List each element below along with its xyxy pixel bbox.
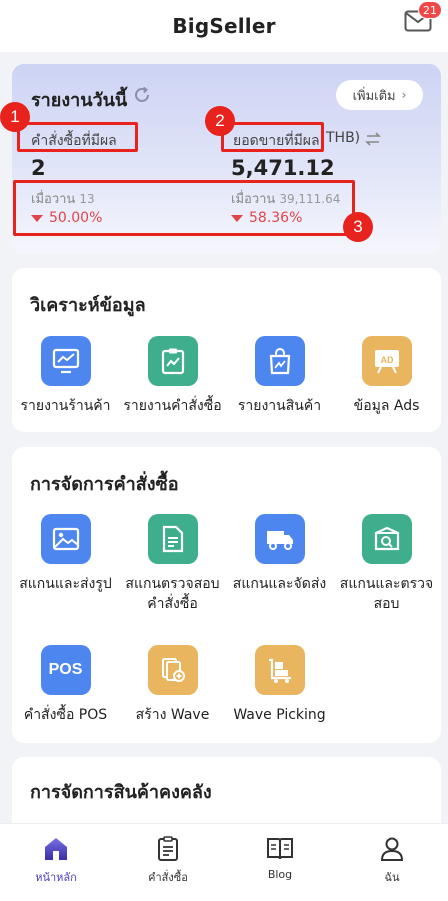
- create-wave-tile[interactable]: สร้าง Wave: [119, 645, 226, 725]
- ads-data-label: ข้อมูล Ads: [353, 398, 420, 414]
- highlight-box-orders: [17, 122, 138, 152]
- tab-home[interactable]: หน้าหลัก: [0, 836, 112, 886]
- wave-picking-tile[interactable]: Wave Picking: [226, 645, 333, 725]
- refresh-icon[interactable]: [133, 86, 151, 104]
- scan-send-photo-tile[interactable]: สแกนและส่งรูป: [12, 514, 119, 594]
- orders-value: 2: [31, 156, 46, 180]
- tab-me[interactable]: ฉัน: [336, 836, 448, 886]
- user-icon: [380, 837, 404, 861]
- app-title: BigSeller: [172, 14, 276, 38]
- scan-ship-label: สแกนและจัดส่ง: [232, 576, 327, 592]
- analysis-section: วิเคราะห์ข้อมูล รายงานร้านค้า รายงานคำสั…: [12, 268, 441, 432]
- scan-check-label: สแกนและตรวจสอบ: [339, 576, 434, 612]
- home-icon: [45, 838, 67, 860]
- mail-button[interactable]: 21: [404, 1, 442, 34]
- annotation-2: 2: [205, 106, 235, 136]
- tab-blog[interactable]: Blog: [224, 836, 336, 881]
- chart-monitor-icon: [40, 336, 91, 386]
- pos-icon-text: POS: [48, 661, 83, 678]
- chevron-right-icon: ›: [401, 88, 407, 102]
- document-list-icon: [147, 514, 198, 564]
- order-management-section: การจัดการคำสั่งซื้อ สแกนและส่งรูป สแกนตร…: [12, 447, 441, 743]
- truck-icon: [254, 514, 305, 564]
- pos-order-label: คำสั่งซื้อ POS: [23, 707, 108, 723]
- sales-value: 5,471.12: [231, 156, 335, 180]
- clipboard-icon: [158, 836, 178, 861]
- shop-report-label: รายงานร้านค้า: [20, 398, 111, 414]
- order-management-title: การจัดการคำสั่งซื้อ: [30, 474, 179, 495]
- image-icon: [40, 514, 91, 564]
- tab-blog-label: Blog: [267, 868, 293, 881]
- scan-check-tile[interactable]: สแกนและตรวจสอบ: [333, 514, 440, 614]
- scan-verify-order-tile[interactable]: สแกนตรวจสอบคำสั่งซื้อ: [119, 514, 226, 614]
- bottom-tab-bar: หน้าหลัก คำสั่งซื้อ Blog ฉัน: [0, 823, 448, 901]
- stack-add-icon: [147, 645, 198, 695]
- inventory-title: การจัดการสินค้าคงคลัง: [30, 782, 212, 803]
- shop-report-tile[interactable]: รายงานร้านค้า: [12, 336, 119, 416]
- annotation-3: 3: [343, 212, 373, 242]
- cart-boxes-icon: [254, 645, 305, 695]
- pos-icon: POS: [40, 645, 91, 695]
- tab-orders[interactable]: คำสั่งซื้อ: [112, 836, 224, 886]
- order-report-tile[interactable]: รายงานคำสั่งซื้อ: [119, 336, 226, 416]
- report-title: รายงานวันนี้: [31, 90, 128, 111]
- product-report-tile[interactable]: รายงานสินค้า: [226, 336, 333, 416]
- analysis-title: วิเคราะห์ข้อมูล: [30, 295, 146, 316]
- tab-orders-label: คำสั่งซื้อ: [148, 871, 188, 884]
- box-search-icon: [361, 514, 412, 564]
- highlight-box-sales: [221, 122, 324, 152]
- create-wave-label: สร้าง Wave: [135, 707, 210, 723]
- book-icon: [267, 838, 293, 860]
- scan-send-photo-label: สแกนและส่งรูป: [19, 576, 112, 592]
- wave-picking-label: Wave Picking: [233, 707, 326, 723]
- ads-icon-text: AD: [380, 355, 393, 365]
- app-header: BigSeller 21: [0, 0, 448, 52]
- more-button-label: เพิ่มเติม: [352, 88, 396, 104]
- product-report-label: รายงานสินค้า: [237, 398, 322, 414]
- clipboard-chart-icon: [147, 336, 198, 386]
- more-button[interactable]: เพิ่มเติม ›: [336, 80, 423, 110]
- shopping-bag-chart-icon: [254, 336, 305, 386]
- order-report-label: รายงานคำสั่งซื้อ: [123, 398, 222, 414]
- scan-ship-tile[interactable]: สแกนและจัดส่ง: [226, 514, 333, 594]
- notification-badge: 21: [418, 1, 442, 19]
- pos-order-tile[interactable]: POS คำสั่งซื้อ POS: [12, 645, 119, 725]
- swap-icon[interactable]: [365, 132, 381, 146]
- ads-data-tile[interactable]: AD ข้อมูล Ads: [333, 336, 440, 416]
- sales-unit: THB): [326, 130, 361, 146]
- annotation-1: 1: [0, 102, 30, 132]
- ads-board-icon: AD: [361, 336, 412, 386]
- tab-me-label: ฉัน: [384, 871, 400, 884]
- scan-verify-order-label: สแกนตรวจสอบคำสั่งซื้อ: [125, 576, 220, 612]
- tab-home-label: หน้าหลัก: [35, 871, 77, 884]
- highlight-box-comparison: [13, 180, 355, 236]
